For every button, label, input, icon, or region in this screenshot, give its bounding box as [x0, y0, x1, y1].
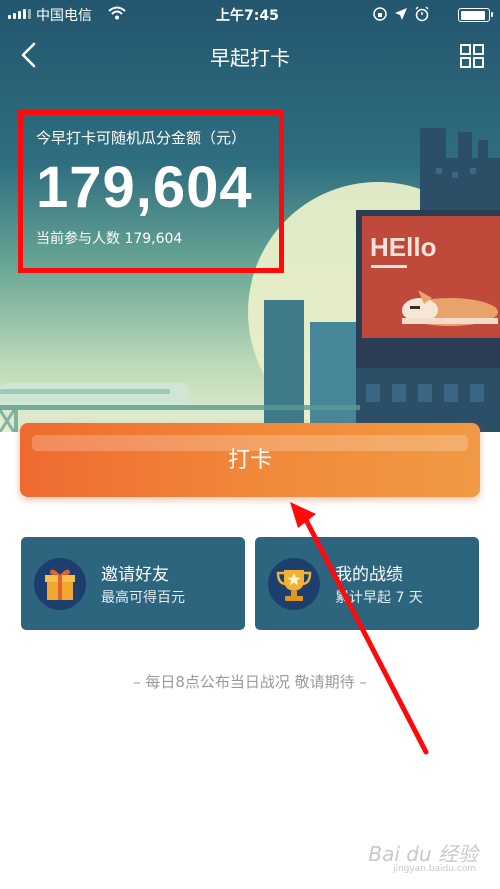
- wifi-icon: [108, 6, 126, 20]
- watermark-url: jingyan.baidu.com: [392, 864, 476, 874]
- prize-pool-label: 今早打卡可随机瓜分金额（元）: [36, 129, 247, 147]
- status-bar: 中国电信 上午7:45: [0, 0, 500, 28]
- record-card-subtitle: 累计早起 7 天: [335, 590, 423, 606]
- page-title: 早起打卡: [210, 46, 290, 70]
- hero-banner: HEllo 中国电信 上午7:45 早起打卡 今早打卡可随机瓜分金额（元） 17…: [0, 0, 500, 432]
- carrier-name: 中国电信: [36, 8, 92, 24]
- trophy-icon: [276, 570, 312, 601]
- announcement-note: – 每日8点公布当日战况 敬请期待 –: [133, 673, 367, 691]
- alarm-icon: [415, 6, 429, 22]
- invite-friends-card[interactable]: 邀请好友 最高可得百元: [21, 537, 245, 630]
- invite-card-subtitle: 最高可得百元: [101, 590, 185, 606]
- punch-in-label: 打卡: [227, 448, 272, 473]
- watermark-logo: Bai du 经验: [368, 842, 478, 866]
- invite-card-title: 邀请好友: [101, 565, 169, 585]
- prize-pool-amount: 179,604: [36, 155, 253, 220]
- punch-in-button[interactable]: 打卡: [20, 423, 480, 497]
- billboard-text: HEllo: [370, 232, 436, 262]
- participant-count: 当前参与人数 179,604: [36, 231, 183, 247]
- grid-icon[interactable]: [460, 44, 484, 68]
- rotation-lock-icon: [373, 7, 387, 21]
- my-record-card[interactable]: 我的战绩 累计早起 7 天: [255, 537, 479, 630]
- status-time: 上午7:45: [216, 8, 279, 24]
- gift-icon: [45, 569, 75, 600]
- record-card-title: 我的战绩: [335, 565, 403, 585]
- battery-icon: [458, 8, 493, 22]
- location-icon: [395, 8, 407, 20]
- cell-signal-icon: [8, 9, 31, 19]
- prize-pool-panel: 今早打卡可随机瓜分金额（元） 179,604 当前参与人数 179,604: [18, 110, 284, 273]
